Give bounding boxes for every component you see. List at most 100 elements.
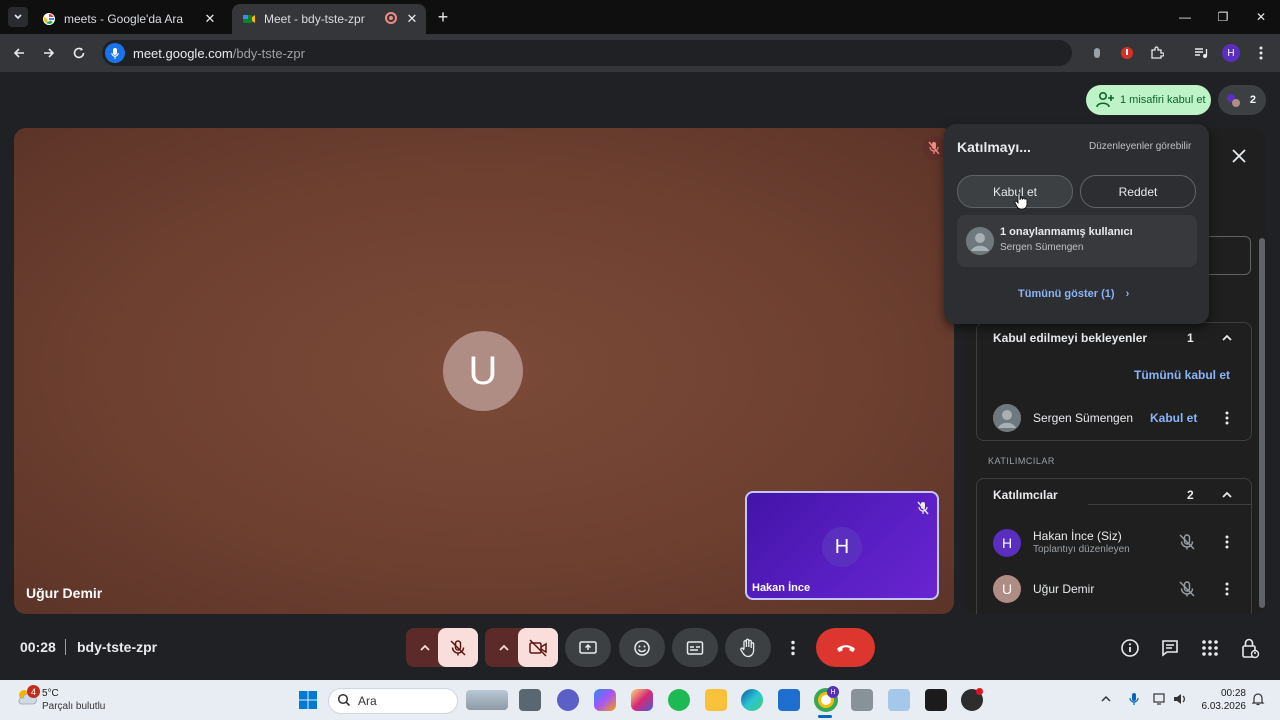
panel-scrollbar[interactable] — [1259, 238, 1265, 608]
file-explorer-icon[interactable] — [705, 689, 727, 711]
apps-grid-icon — [1202, 640, 1218, 656]
mute-participant-button[interactable] — [1178, 533, 1196, 551]
collapse-participants-button[interactable] — [1220, 488, 1234, 502]
spotify-app-icon[interactable] — [668, 689, 690, 711]
volume-icon[interactable] — [1172, 692, 1188, 706]
participants-title: Katılımcılar — [993, 488, 1058, 502]
admit-person-button[interactable]: Kabul et — [1150, 411, 1197, 425]
present-screen-button[interactable] — [565, 628, 611, 667]
microphone-toggle-button[interactable] — [438, 628, 478, 667]
captions-button[interactable] — [672, 628, 718, 667]
activities-button[interactable] — [1198, 636, 1222, 660]
teams-app-icon[interactable] — [557, 689, 579, 711]
active-app-indicator — [818, 715, 832, 718]
avatar: U — [443, 331, 523, 411]
raise-hand-button[interactable] — [725, 628, 771, 667]
more-vertical-icon — [1225, 582, 1229, 596]
instagram-app-icon[interactable] — [631, 689, 653, 711]
popup-reject-button[interactable]: Reddet — [1080, 175, 1196, 208]
site-info-button[interactable] — [105, 43, 125, 63]
participant-options-button[interactable] — [1220, 533, 1234, 551]
taskbar-time[interactable]: 00:28 — [1200, 688, 1246, 699]
forward-button[interactable] — [36, 40, 62, 66]
recording-icon — [385, 12, 397, 24]
tab-search-button[interactable] — [8, 7, 28, 27]
copilot-app-icon[interactable] — [594, 689, 616, 711]
avatar — [966, 227, 994, 255]
show-all-label: Tümünü göster (1) — [1018, 288, 1115, 300]
end-call-button[interactable] — [816, 628, 875, 667]
task-view-button[interactable] — [519, 689, 541, 711]
waiting-person-name: Sergen Sümengen — [1033, 411, 1134, 425]
avatar: U — [993, 575, 1021, 603]
emoji-reaction-button[interactable] — [619, 628, 665, 667]
participant-count: 2 — [1249, 94, 1256, 106]
terminal-app-icon[interactable] — [925, 689, 947, 711]
mic-tray-icon[interactable] — [1127, 692, 1141, 706]
hand-cursor-icon — [1014, 192, 1028, 210]
notification-bell-icon[interactable] — [1251, 692, 1265, 706]
close-tab-icon[interactable]: ✕ — [202, 11, 218, 27]
close-icon — [1232, 149, 1246, 163]
start-button[interactable] — [297, 689, 319, 711]
meeting-details-button[interactable] — [1118, 636, 1142, 660]
taskbar-date[interactable]: 6.03.2026 — [1190, 701, 1247, 712]
participant-role: Toplantıyı düzenleyen — [1033, 544, 1130, 555]
camera-toggle-button[interactable] — [518, 628, 558, 667]
chevron-up-icon — [1101, 695, 1111, 702]
chat-button[interactable] — [1158, 636, 1182, 660]
network-icon[interactable] — [1152, 692, 1168, 706]
admit-all-button[interactable]: Tümünü kabul et — [1134, 368, 1230, 382]
calculator-app-icon[interactable] — [851, 689, 873, 711]
address-bar[interactable]: meet.google.com/bdy-tste-zpr — [102, 40, 1072, 66]
search-icon — [337, 693, 351, 707]
chevron-up-icon — [499, 644, 509, 651]
extension-red-button[interactable] — [1114, 40, 1140, 66]
more-options-button[interactable] — [779, 628, 807, 667]
search-highlight-image — [466, 690, 508, 710]
new-tab-button[interactable]: + — [434, 7, 452, 27]
browser-menu-button[interactable] — [1248, 40, 1274, 66]
participant-options-button[interactable] — [1220, 580, 1234, 598]
meet-icon — [243, 15, 255, 23]
more-vertical-icon — [791, 640, 795, 655]
extensions-button[interactable] — [1144, 40, 1170, 66]
popup-show-all-button[interactable]: Tümünü göster (1) › — [1018, 288, 1129, 300]
media-controls-button[interactable] — [1188, 40, 1214, 66]
mute-participant-button[interactable] — [1178, 580, 1196, 598]
admit-guest-button[interactable]: 1 misafiri kabul et — [1086, 85, 1211, 115]
participants-chip[interactable]: 2 — [1218, 85, 1266, 115]
tab-google-search[interactable]: meets - Google'da Ara ✕ — [32, 4, 228, 34]
mic-off-icon — [450, 639, 466, 656]
close-window-button[interactable]: ✕ — [1242, 0, 1280, 34]
minimize-button[interactable]: — — [1166, 0, 1204, 34]
divider — [1088, 504, 1252, 505]
lock-person-icon — [1242, 638, 1260, 659]
snipping-tool-icon[interactable] — [888, 689, 910, 711]
close-panel-button[interactable] — [1227, 144, 1251, 168]
store-app-icon[interactable] — [778, 689, 800, 711]
extension-mouse-button[interactable] — [1084, 40, 1110, 66]
participants-avatars-icon — [1227, 94, 1240, 107]
host-controls-button[interactable] — [1238, 636, 1262, 660]
person-options-button[interactable] — [1220, 409, 1234, 427]
popup-user-title: 1 onaylanmamış kullanıcı — [1000, 226, 1133, 238]
close-tab-icon[interactable]: ✕ — [404, 11, 420, 27]
meeting-clock: 00:28 — [20, 639, 56, 655]
divider — [65, 639, 66, 655]
profile-button[interactable]: H — [1218, 40, 1244, 66]
reload-button[interactable] — [66, 40, 92, 66]
popup-user-sub: Sergen Sümengen — [1000, 242, 1084, 253]
collapse-waiting-button[interactable] — [1220, 331, 1234, 345]
tray-overflow-button[interactable] — [1099, 692, 1113, 706]
captions-icon — [686, 640, 704, 655]
restore-button[interactable]: ❐ — [1204, 0, 1242, 34]
back-button[interactable] — [6, 40, 32, 66]
tab-meet[interactable]: Meet - bdy-tste-zpr ✕ — [232, 4, 426, 34]
windows-icon — [299, 691, 317, 709]
tab-title: meets - Google'da Ara — [64, 12, 184, 26]
puzzle-icon — [1151, 46, 1164, 59]
edge-app-icon[interactable] — [741, 689, 763, 711]
taskbar-search-placeholder: Ara — [358, 694, 377, 708]
waiting-title: Kabul edilmeyi bekleyenler — [993, 331, 1148, 345]
